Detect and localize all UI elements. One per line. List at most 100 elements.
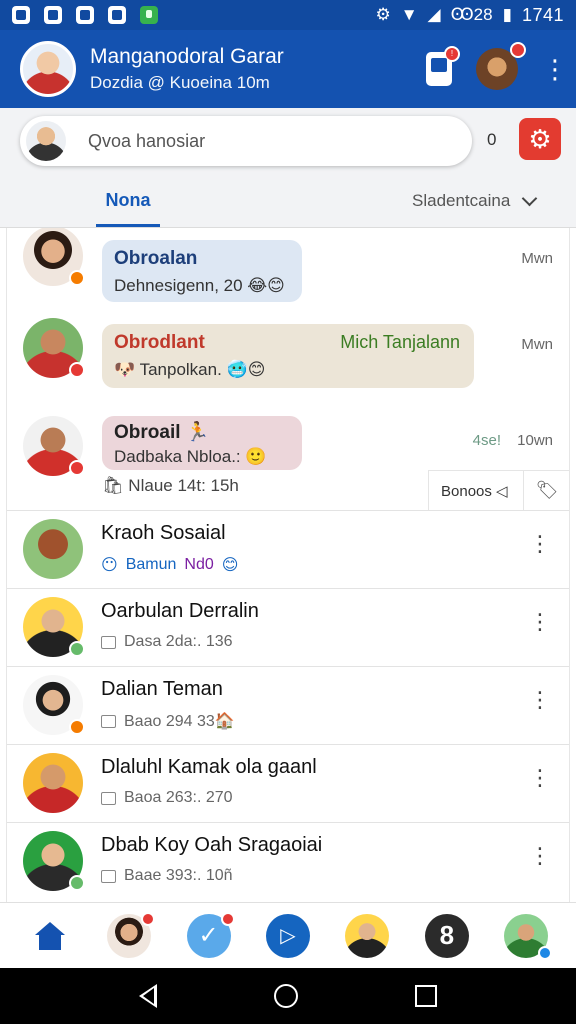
message-time: 10wn (517, 432, 553, 449)
back-icon[interactable] (138, 984, 157, 1008)
message-bubble[interactable]: Obroail 🏃 Dadbaka Nbloa.: 🙂 (102, 416, 302, 470)
tab-dropdown[interactable]: Sladentcaina (412, 190, 538, 211)
status-dot (69, 460, 85, 476)
search-placeholder: Qvoa hanosiar (88, 130, 206, 151)
bubble-title: Obroail 🏃 (114, 422, 210, 443)
conversation-feed: Obroalan Dehnesigenn, 20 😂😊 Mwn Obrodlan… (6, 228, 570, 902)
more-vert-icon[interactable]: ⋮ (529, 767, 551, 789)
list-item-name: Dalian Teman (101, 678, 223, 700)
message-time: Mwn (521, 250, 553, 267)
more-vert-icon[interactable]: ⋮ (529, 611, 551, 633)
list-item-sub: 😶 Bamun Nd0 😊 (101, 555, 238, 575)
avatar (23, 228, 85, 286)
list-item-name: Kraoh Sosaial (101, 522, 226, 544)
list-item-name: Dbab Koy Oah Sragaoiai (101, 834, 323, 856)
vibrate-icon: ⚙ (375, 5, 391, 24)
play-icon: ▷ (280, 925, 296, 947)
tab-active[interactable]: Nona (96, 190, 160, 211)
list-item[interactable]: Dlaluhl Kamak ola gaanl Baoa 263:. 270 ⋮ (7, 744, 569, 822)
list-item-sub-text: Baao 294 33🏠 (124, 713, 235, 730)
message-meta: 🛍 Nlaue 14t: 15h (102, 476, 239, 495)
clipboard-icon (76, 6, 94, 24)
more-vert-icon[interactable]: ⋮ (529, 533, 551, 555)
search-count: 0 (487, 130, 497, 149)
list-item-sub-text: Baae 393:. 10ñ (124, 867, 233, 884)
gallery-icon (12, 6, 30, 24)
settings-button[interactable]: ⚙ (519, 118, 561, 160)
nav-profile-1[interactable] (107, 911, 156, 958)
list-item[interactable]: Oarbulan Derralin Dasa 2da:. 136 ⋮ (7, 588, 569, 666)
status-dot (69, 270, 85, 286)
list-item-sub: Baao 294 33🏠 (101, 711, 235, 731)
list-item[interactable]: Dalian Teman Baao 294 33🏠 ⋮ (7, 666, 569, 744)
feed-row[interactable]: Obroail 🏃 Dadbaka Nbloa.: 🙂 4se! 10wn 🛍 … (7, 416, 569, 511)
phone-icon[interactable]: ! (426, 46, 460, 86)
list-item-sub: Baae 393:. 10ñ (101, 867, 233, 885)
search-input[interactable]: Qvoa hanosiar (20, 116, 472, 166)
status-bar: ⚙ ▼ ◢ Ꙭ28 ▮ 1741 (0, 0, 576, 30)
bubble-text: Dehnesigenn, 20 😂😊 (114, 276, 285, 295)
home-circle-icon[interactable] (273, 984, 298, 1008)
status-notifications (12, 6, 158, 24)
search-area: Qvoa hanosiar 0 ⚙ (0, 108, 576, 176)
system-navigation (0, 968, 576, 1024)
profile-badge (510, 42, 526, 58)
folder-icon (101, 635, 116, 649)
more-vert-icon[interactable]: ⋮ (529, 689, 551, 711)
image-icon (44, 6, 62, 24)
more-vert-icon[interactable]: ⋮ (542, 56, 568, 82)
message-bubble[interactable]: Obroalan Dehnesigenn, 20 😂😊 (102, 240, 302, 302)
nav-check[interactable]: ✓ (186, 911, 235, 958)
folder-icon (101, 714, 116, 728)
signal-icon: ◢ (427, 5, 441, 24)
chevron-down-icon (522, 190, 538, 206)
list-item-name: Oarbulan Derralin (101, 600, 259, 622)
nav-play[interactable]: ▷ (265, 913, 310, 958)
nav-eight[interactable]: 8 (424, 913, 469, 958)
bubble-text: Dadbaka Nbloa.: 🙂 (114, 447, 267, 466)
status-system-icons: ⚙ ▼ ◢ Ꙭ28 ▮ 1741 (375, 5, 564, 26)
app-header: Manganodoral Garar Dozdia @ Kuoeina 10m … (0, 30, 576, 108)
status-dot (69, 362, 85, 378)
message-time: Mwn (521, 336, 553, 353)
nav-profile-2[interactable] (345, 913, 390, 958)
header-text: Manganodoral Garar Dozdia @ Kuoeina 10m (90, 45, 284, 93)
face-icon: 😶 (101, 557, 118, 574)
header-actions: ! ⋮ (426, 42, 568, 90)
profile-avatar[interactable] (476, 42, 526, 90)
list-item[interactable]: Dbab Koy Oah Sragaoiai Baae 393:. 10ñ ⋮ (7, 822, 569, 900)
nav-profile-3[interactable] (504, 913, 553, 960)
chat-icon (108, 6, 126, 24)
more-vert-icon[interactable]: ⋮ (529, 845, 551, 867)
tab-dropdown-label: Sladentcaina (412, 191, 511, 210)
tab-bar: Nona Sladentcaina (0, 176, 576, 228)
list-item-sub: Baoa 263:. 270 (101, 789, 233, 807)
header-subtitle: Dozdia @ Kuoeina 10m (90, 73, 270, 92)
message-actions: Bonoos ◁ 🏷 (428, 470, 569, 511)
bubble-title: Obroalan (114, 248, 198, 269)
nav-badge (220, 911, 235, 926)
nav-badge (141, 911, 156, 926)
tab-indicator (96, 224, 160, 227)
tag-icon[interactable]: 🏷 (524, 480, 569, 501)
gear-icon: ⚙ (528, 123, 552, 154)
nav-badge (538, 945, 553, 960)
home-icon (34, 921, 65, 950)
bottom-navigation: ✓ ▷ 8 (0, 902, 576, 968)
reply-action[interactable]: Bonoos ◁ (429, 482, 523, 500)
list-item-sub-text: Dasa 2da:. 136 (124, 633, 233, 650)
bubble-alt-title: Mich Tanjalann (340, 332, 460, 352)
list-item[interactable]: Kraoh Sosaial 😶 Bamun Nd0 😊 ⋮ (7, 510, 569, 588)
message-bubble[interactable]: Obrodlant Mich Tanjalann 🐶 Tanpolkan. 🥶😊 (102, 324, 474, 388)
battery-icon: ▮ (502, 5, 512, 24)
feed-row[interactable]: Obrodlant Mich Tanjalann 🐶 Tanpolkan. 🥶😊… (7, 318, 569, 414)
recents-icon[interactable] (415, 985, 438, 1007)
nav-home[interactable] (28, 914, 72, 958)
list-item-sub-text: Baoa 263:. 270 (124, 789, 233, 806)
check-icon: ✓ (198, 922, 219, 949)
user-avatar[interactable] (20, 41, 76, 97)
status-dot (69, 875, 85, 891)
avatar (23, 753, 83, 813)
feed-row[interactable]: Obroalan Dehnesigenn, 20 😂😊 Mwn (7, 228, 569, 316)
notification-badge: ! (444, 46, 460, 62)
